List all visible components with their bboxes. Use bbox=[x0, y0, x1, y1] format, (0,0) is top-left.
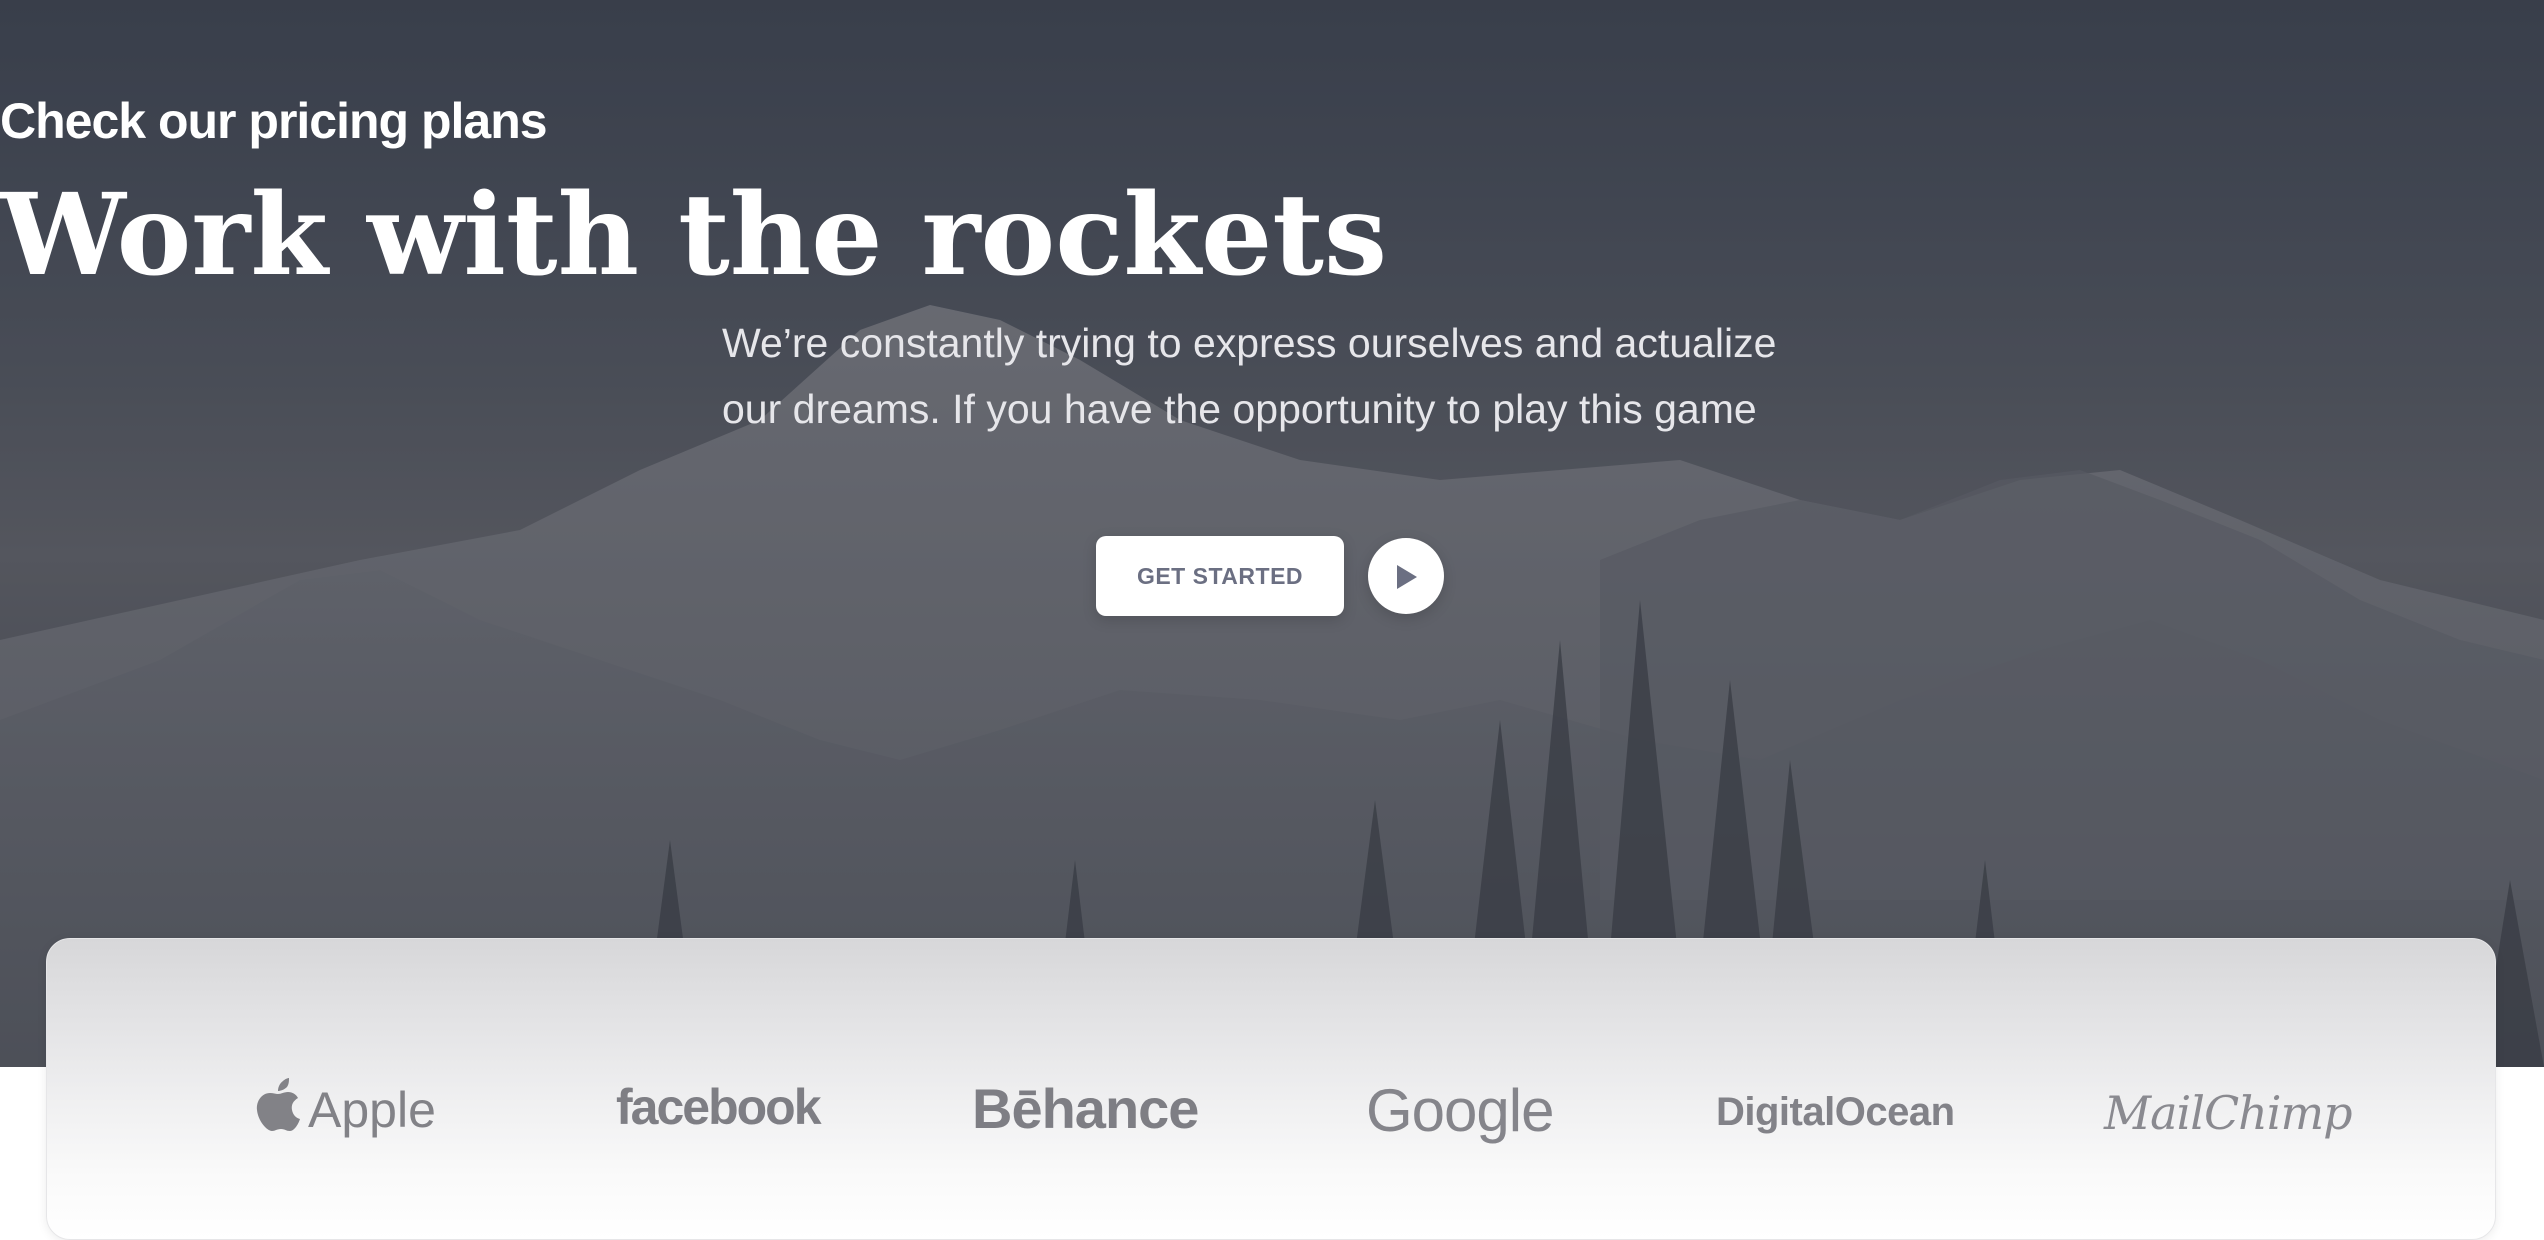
section-subtitle: Check our pricing plans bbox=[0, 93, 548, 149]
logo-behance: Bēhance bbox=[972, 1077, 1199, 1140]
mountain-background-image bbox=[0, 0, 2544, 1067]
page-title: Work with the rockets bbox=[0, 170, 1388, 301]
logo-google: Google bbox=[1366, 1077, 1554, 1144]
logo-apple: Apple bbox=[254, 1075, 436, 1139]
get-started-button[interactable]: GET STARTED bbox=[1096, 536, 1344, 616]
play-icon bbox=[1397, 565, 1417, 589]
hero-section: Check our pricing plans Work with the ro… bbox=[0, 0, 2544, 1067]
logo-apple-label: Apple bbox=[308, 1082, 436, 1138]
play-video-button[interactable] bbox=[1368, 538, 1444, 614]
logo-mailchimp: MailChimp bbox=[2104, 1086, 2353, 1140]
logo-digitalocean: DigitalOcean bbox=[1716, 1090, 1955, 1134]
apple-icon bbox=[256, 1078, 300, 1131]
logo-facebook: facebook bbox=[616, 1079, 822, 1135]
hero-description: We’re constantly trying to express ourse… bbox=[722, 320, 1777, 432]
